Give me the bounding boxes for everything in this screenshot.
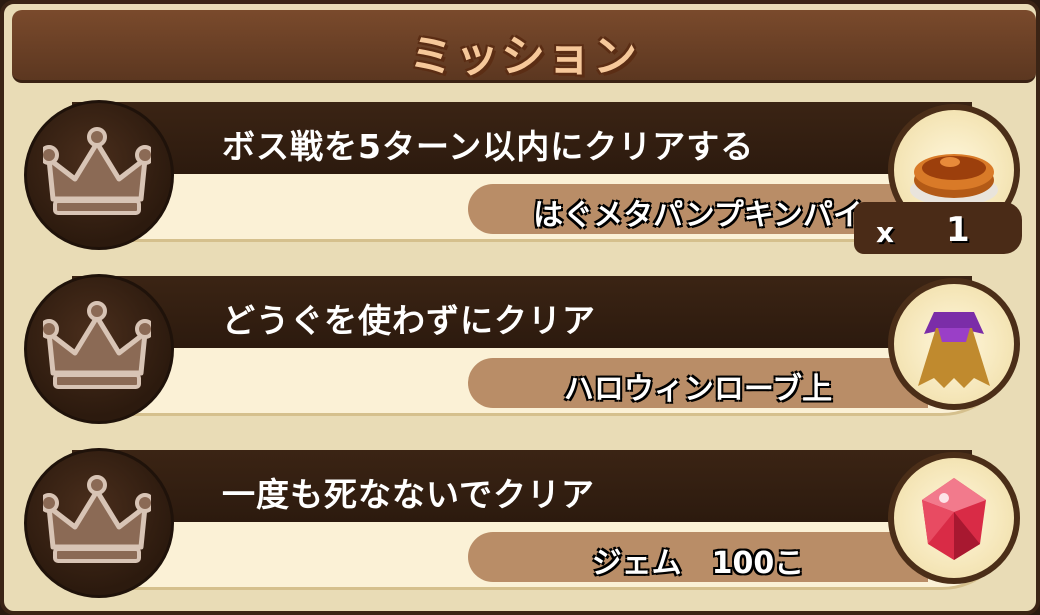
- crown-icon: [24, 274, 174, 424]
- header-bar: ミッション: [12, 10, 1036, 83]
- robe-icon: [888, 278, 1020, 410]
- mission-row-3[interactable]: 一度も死なないでクリア ジェム 100こ: [12, 440, 1036, 600]
- mission-panel: ミッション ボス戦を5ターン以内にクリアする はぐメタパンプキンパイ x 1 ど…: [0, 0, 1040, 615]
- mission-text: どうぐを使わずにクリア: [222, 301, 596, 340]
- mission-row-2[interactable]: どうぐを使わずにクリア ハロウィンローブ上: [12, 266, 1036, 426]
- crown-icon: [24, 100, 174, 250]
- mission-text: ボス戦を5ターン以内にクリアする: [222, 127, 755, 166]
- page-title: ミッション: [409, 31, 639, 82]
- quantity-multiplier: x: [876, 216, 895, 249]
- reward-tag: ジェム 100こ: [468, 532, 928, 582]
- gem-icon: [888, 452, 1020, 584]
- reward-label: ジェム 100こ: [591, 546, 805, 581]
- quantity-value: 1: [946, 210, 970, 250]
- reward-tag: ハロウィンローブ上: [468, 358, 928, 408]
- mission-text: 一度も死なないでクリア: [222, 475, 596, 514]
- crown-icon: [24, 448, 174, 598]
- quantity-box: x 1: [854, 202, 1022, 254]
- reward-label: ハロウィンローブ上: [563, 372, 833, 407]
